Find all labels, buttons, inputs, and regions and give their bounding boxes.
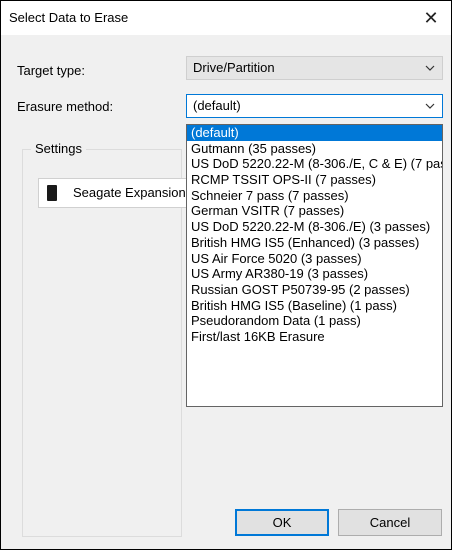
window-title: Select Data to Erase bbox=[9, 10, 129, 25]
target-type-value: Drive/Partition bbox=[193, 60, 275, 75]
dropdown-option[interactable]: German VSITR (7 passes) bbox=[187, 203, 442, 219]
chevron-down-icon bbox=[424, 95, 436, 117]
dropdown-option[interactable]: US DoD 5220.22-M (8-306./E, C & E) (7 pa… bbox=[187, 156, 442, 172]
settings-label: Settings bbox=[31, 141, 86, 156]
dropdown-option[interactable]: RCMP TSSIT OPS-II (7 passes) bbox=[187, 172, 442, 188]
target-type-label: Target type: bbox=[17, 63, 85, 78]
dropdown-option[interactable]: First/last 16KB Erasure bbox=[187, 329, 442, 345]
ok-button[interactable]: OK bbox=[235, 509, 329, 536]
dropdown-option[interactable]: (default) bbox=[187, 125, 442, 141]
dropdown-option[interactable]: British HMG IS5 (Baseline) (1 pass) bbox=[187, 298, 442, 314]
close-button[interactable]: ✕ bbox=[411, 1, 451, 35]
dropdown-option[interactable]: Russian GOST P50739-95 (2 passes) bbox=[187, 282, 442, 298]
title-bar: Select Data to Erase ✕ bbox=[1, 1, 451, 35]
ok-button-label: OK bbox=[272, 515, 292, 530]
drive-list-item[interactable]: Seagate Expansion Drive bbox=[38, 178, 198, 208]
dropdown-option[interactable]: British HMG IS5 (Enhanced) (3 passes) bbox=[187, 235, 442, 251]
dropdown-option[interactable]: Pseudorandom Data (1 pass) bbox=[187, 313, 442, 329]
select-data-dialog: Select Data to Erase ✕ Target type: Driv… bbox=[0, 0, 452, 550]
dropdown-option[interactable]: Schneier 7 pass (7 passes) bbox=[187, 188, 442, 204]
target-type-select[interactable]: Drive/Partition bbox=[186, 56, 443, 80]
dropdown-option[interactable]: Gutmann (35 passes) bbox=[187, 141, 442, 157]
cancel-button[interactable]: Cancel bbox=[338, 509, 442, 536]
erasure-method-label: Erasure method: bbox=[17, 99, 114, 114]
drive-label: Seagate Expansion Drive bbox=[73, 185, 197, 200]
erasure-method-value: (default) bbox=[193, 98, 241, 113]
drive-icon bbox=[47, 185, 57, 201]
close-icon: ✕ bbox=[423, 7, 439, 28]
cancel-button-label: Cancel bbox=[369, 515, 411, 530]
erasure-method-select[interactable]: (default) bbox=[186, 94, 443, 118]
dropdown-option[interactable]: US Air Force 5020 (3 passes) bbox=[187, 251, 442, 267]
dropdown-option[interactable]: US Army AR380-19 (3 passes) bbox=[187, 266, 442, 282]
erasure-method-dropdown-list[interactable]: (default) Gutmann (35 passes) US DoD 522… bbox=[186, 124, 443, 407]
dropdown-option[interactable]: US DoD 5220.22-M (8-306./E) (3 passes) bbox=[187, 219, 442, 235]
chevron-down-icon bbox=[424, 57, 436, 79]
